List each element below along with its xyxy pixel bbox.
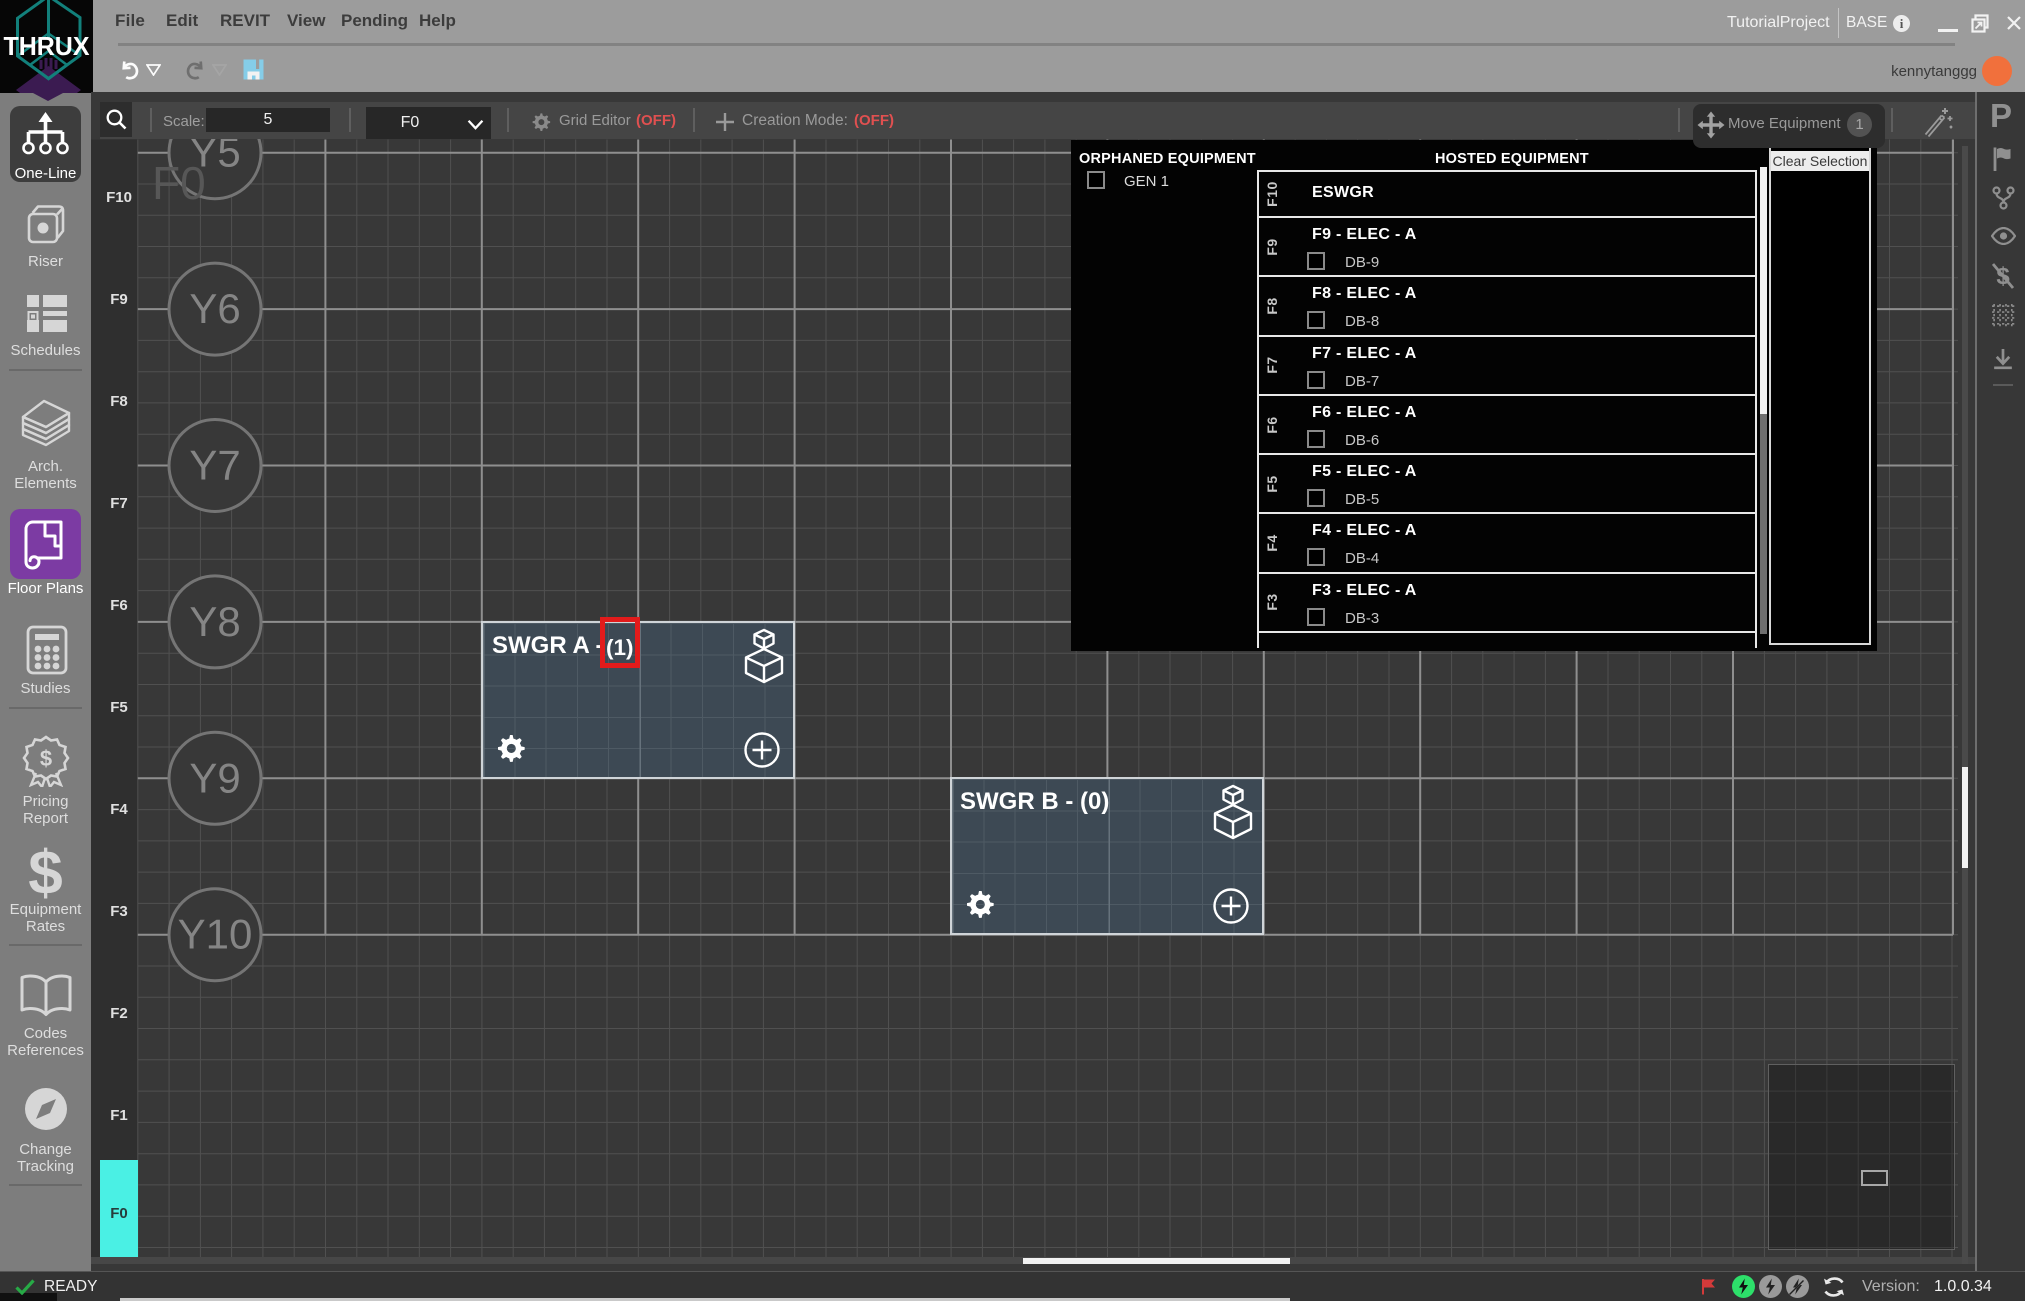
svg-text:F0: F0 <box>152 157 206 209</box>
svg-text:Y6: Y6 <box>189 285 240 332</box>
svg-text:Y7: Y7 <box>189 442 240 489</box>
svg-text:Y8: Y8 <box>189 598 240 645</box>
svg-text:$: $ <box>40 746 52 771</box>
svg-text:Y9: Y9 <box>189 754 240 801</box>
svg-text:THRUX: THRUX <box>4 31 91 61</box>
svg-text:Y10: Y10 <box>178 911 253 958</box>
